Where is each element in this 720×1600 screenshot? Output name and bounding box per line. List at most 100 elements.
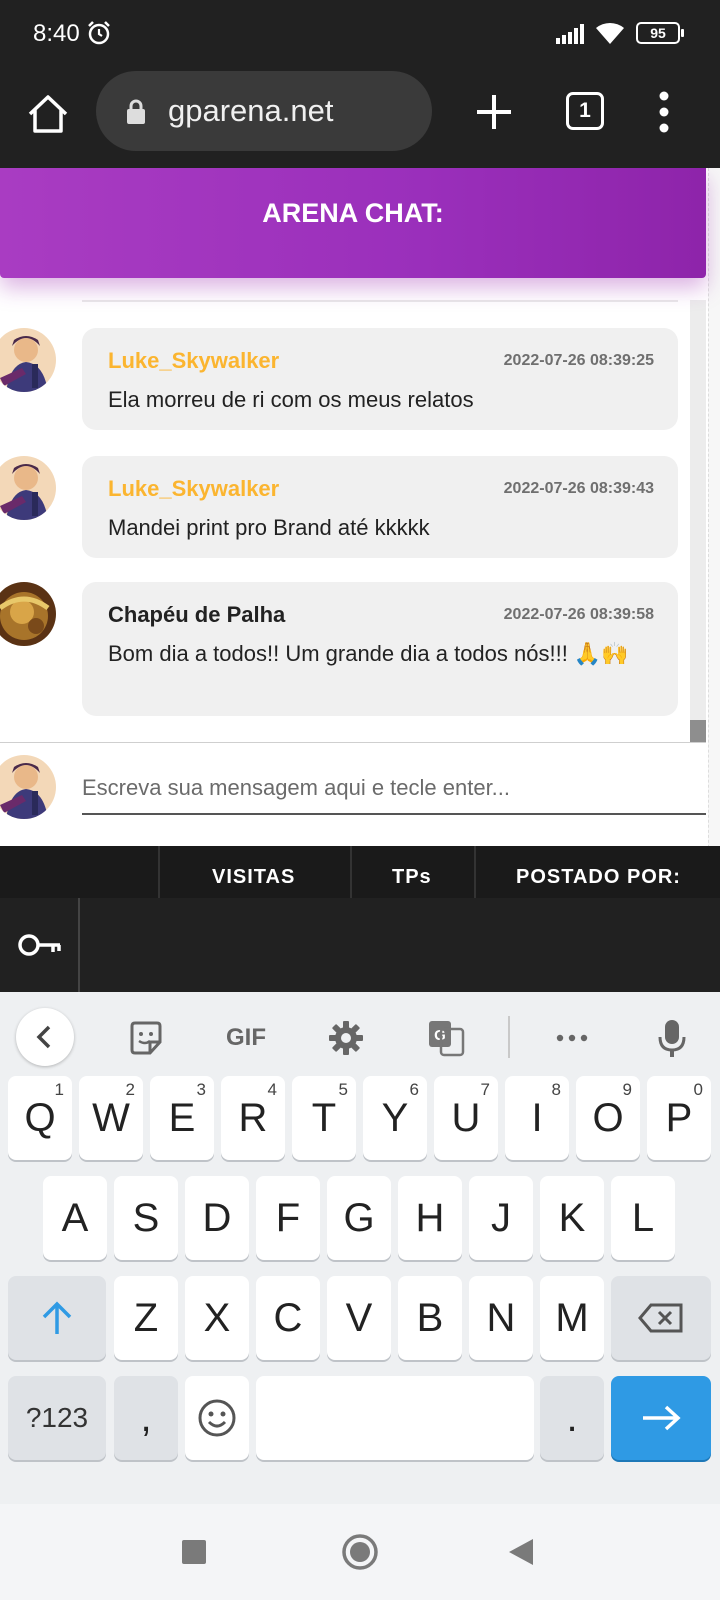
symbols-key[interactable]: ?123 — [8, 1376, 106, 1460]
message-author[interactable]: Chapéu de Palha — [108, 602, 285, 628]
status-time: 8:40 — [33, 20, 80, 47]
message-text: Bom dia a todos!! Um grande dia a todos … — [108, 641, 629, 666]
key-label: E — [168, 1095, 196, 1140]
key-hint: 3 — [196, 1080, 206, 1099]
key-i[interactable]: I8 — [505, 1076, 569, 1160]
key-u[interactable]: U7 — [434, 1076, 498, 1160]
keyboard: GIF G Q 1 W 2 E 3 R 4 T 5 Y 6 U 7 I 8 O … — [0, 992, 720, 1504]
message-author[interactable]: Luke_Skywalker — [108, 348, 279, 374]
key-y[interactable]: Y6 — [363, 1076, 427, 1160]
tab-count-button[interactable]: 1 — [566, 92, 604, 130]
gif-button[interactable]: GIF — [218, 1010, 274, 1066]
more-vertical-icon[interactable] — [654, 90, 674, 134]
key-g[interactable]: G — [327, 1176, 391, 1260]
enter-key[interactable] — [611, 1376, 711, 1460]
emoji-key[interactable] — [185, 1376, 249, 1460]
key-a[interactable]: A — [43, 1176, 107, 1260]
chat-header: ARENA CHAT: — [0, 168, 706, 278]
backspace-icon — [638, 1303, 683, 1333]
key-label: P — [665, 1095, 693, 1140]
message-timestamp: 2022-07-26 08:39:43 — [503, 480, 654, 497]
chevron-left-icon — [36, 1025, 51, 1049]
key-q[interactable]: Q1 — [8, 1076, 72, 1160]
key-hint: 9 — [622, 1080, 632, 1099]
key-hint: 8 — [551, 1080, 561, 1099]
chat-title: ARENA CHAT: — [262, 198, 444, 228]
backspace-key[interactable] — [611, 1276, 711, 1360]
key-r[interactable]: R4 — [221, 1076, 285, 1160]
key-label: Y — [381, 1095, 409, 1140]
browser-toolbar: gparena.net 1 — [0, 66, 720, 168]
key-z[interactable]: Z — [114, 1276, 178, 1360]
key-hint: 1 — [54, 1080, 64, 1099]
key-h[interactable]: H — [398, 1176, 462, 1260]
more-button[interactable] — [544, 1010, 600, 1066]
key-hint: 0 — [693, 1080, 703, 1099]
key-label: T — [311, 1095, 337, 1140]
key-w[interactable]: W2 — [79, 1076, 143, 1160]
space-key[interactable] — [256, 1376, 534, 1460]
key-n[interactable]: N — [469, 1276, 533, 1360]
status-bar: 8:40 95 — [0, 0, 720, 66]
gear-icon — [329, 1021, 363, 1055]
home-button[interactable] — [341, 1533, 379, 1571]
period-key[interactable]: . — [540, 1376, 604, 1460]
key-o[interactable]: O9 — [576, 1076, 640, 1160]
back-button[interactable] — [507, 1537, 535, 1567]
key-label: U — [451, 1095, 481, 1140]
key-hint: 4 — [267, 1080, 277, 1099]
key-v[interactable]: V — [327, 1276, 391, 1360]
key-j[interactable]: J — [469, 1176, 533, 1260]
message-author[interactable]: Luke_Skywalker — [108, 476, 279, 502]
key-b[interactable]: B — [398, 1276, 462, 1360]
tab-count: 1 — [579, 99, 591, 122]
avatar — [0, 755, 56, 819]
key-k[interactable]: K — [540, 1176, 604, 1260]
key-e[interactable]: E3 — [150, 1076, 214, 1160]
shift-key[interactable] — [8, 1276, 106, 1360]
key-s[interactable]: S — [114, 1176, 178, 1260]
key-c[interactable]: C — [256, 1276, 320, 1360]
web-page: Luke_Skywalker 2022-07-26 08:39:25 Ela m… — [0, 168, 720, 898]
key-m[interactable]: M — [540, 1276, 604, 1360]
key-hint: 5 — [338, 1080, 348, 1099]
recents-button[interactable] — [181, 1539, 207, 1565]
column-divider — [350, 846, 352, 898]
key-label: Q — [24, 1095, 56, 1140]
plus-icon[interactable] — [474, 92, 514, 132]
key-label: O — [592, 1095, 624, 1140]
key-icon — [18, 934, 61, 956]
key-f[interactable]: F — [256, 1176, 320, 1260]
voice-input-button[interactable] — [644, 1010, 700, 1066]
column-visitas: VISITAS — [212, 866, 296, 888]
key-hint: 6 — [409, 1080, 419, 1099]
url-bar[interactable]: gparena.net — [96, 71, 432, 151]
key-x[interactable]: X — [185, 1276, 249, 1360]
emoji-icon — [198, 1399, 236, 1437]
key-label: I — [531, 1095, 543, 1140]
alarm-icon — [88, 21, 110, 45]
column-divider — [474, 846, 476, 898]
key-d[interactable]: D — [185, 1176, 249, 1260]
settings-button[interactable] — [318, 1010, 374, 1066]
key-t[interactable]: T5 — [292, 1076, 356, 1160]
sticker-button[interactable] — [118, 1010, 174, 1066]
lock-icon — [127, 99, 145, 124]
scrollbar-track[interactable] — [690, 300, 706, 758]
message-input[interactable] — [82, 763, 706, 815]
toolbar-divider — [508, 1016, 510, 1058]
key-hint: 2 — [125, 1080, 135, 1099]
autofill-bar — [0, 898, 720, 992]
column-tps: TPs — [392, 866, 432, 888]
key-p[interactable]: P0 — [647, 1076, 711, 1160]
key-label: W — [92, 1095, 130, 1140]
keyboard-back-button[interactable] — [16, 1008, 74, 1066]
sticker-icon — [130, 1021, 162, 1055]
translate-button[interactable]: G — [418, 1010, 474, 1066]
home-icon[interactable] — [24, 90, 72, 138]
comma-key[interactable]: , — [114, 1376, 178, 1460]
key-l[interactable]: L — [611, 1176, 675, 1260]
message-timestamp: 2022-07-26 08:39:58 — [503, 606, 654, 623]
password-key-button[interactable] — [0, 898, 80, 992]
system-nav-bar — [0, 1504, 720, 1600]
